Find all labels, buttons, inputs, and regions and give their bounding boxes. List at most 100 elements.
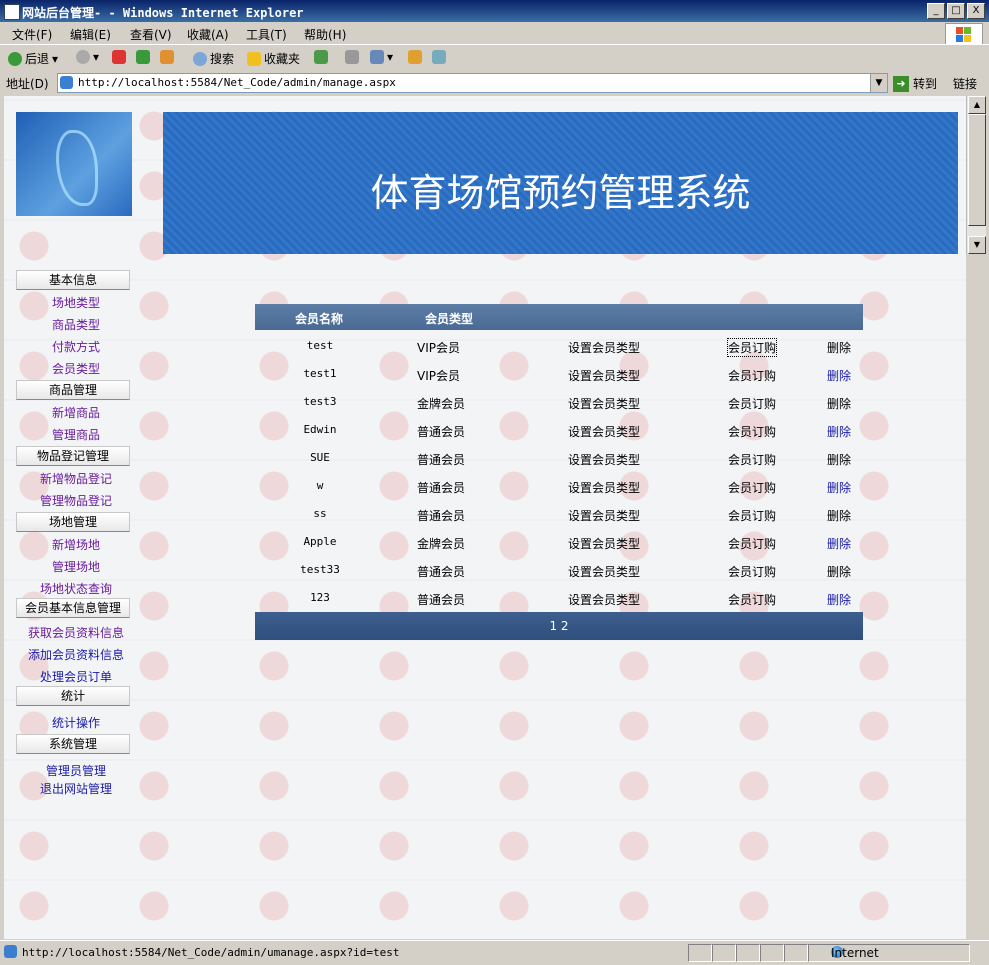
sidebar-section-stats[interactable]: 统计 <box>16 686 130 706</box>
sidebar-item-add-item[interactable]: 新增物品登记 <box>16 470 136 487</box>
sidebar-item-payment[interactable]: 付款方式 <box>16 338 136 355</box>
member-order-link[interactable]: 会员订购 <box>726 338 778 357</box>
scroll-thumb[interactable] <box>968 114 986 226</box>
member-order-link[interactable]: 会员订购 <box>728 535 776 552</box>
menu-tools[interactable]: 工具(T) <box>246 26 287 43</box>
delete-link[interactable]: 删除 <box>827 395 851 412</box>
sidebar-item-venue-type[interactable]: 场地类型 <box>16 294 136 311</box>
member-order-link[interactable]: 会员订购 <box>728 591 776 608</box>
go-label: 转到 <box>913 77 938 91</box>
set-type-link[interactable]: 设置会员类型 <box>568 395 640 412</box>
maximize-button[interactable]: □ <box>947 3 965 19</box>
member-order-link[interactable]: 会员订购 <box>728 507 776 524</box>
sidebar-section-system[interactable]: 系统管理 <box>16 734 130 754</box>
messenger-icon[interactable] <box>408 50 422 64</box>
vertical-scrollbar[interactable]: ▲ ▼ <box>966 96 986 254</box>
address-label: 地址(D) <box>6 77 49 91</box>
sidebar-item-add-venue[interactable]: 新增场地 <box>16 536 136 553</box>
menu-help[interactable]: 帮助(H) <box>304 26 346 43</box>
set-type-link[interactable]: 设置会员类型 <box>568 507 640 524</box>
address-input[interactable]: http://localhost:5584/Net_Code/admin/man… <box>57 73 888 93</box>
set-type-link[interactable]: 设置会员类型 <box>568 563 640 580</box>
delete-link[interactable]: 删除 <box>827 507 851 524</box>
sidebar-item-admin[interactable]: 管理员管理 <box>16 762 136 779</box>
back-button[interactable]: 后退 ▾ <box>8 50 58 67</box>
sidebar-item-add-goods[interactable]: 新增商品 <box>16 404 136 421</box>
security-zone[interactable]: Internet <box>808 944 970 962</box>
sidebar-section-member[interactable]: 会员基本信息管理 <box>16 598 130 618</box>
menu-file[interactable]: 文件(F) <box>12 26 52 43</box>
go-button[interactable]: ➜ 转到 <box>893 75 937 92</box>
member-order-link[interactable]: 会员订购 <box>728 451 776 468</box>
set-type-link[interactable]: 设置会员类型 <box>568 451 640 468</box>
table-row: test1 VIP会员 设置会员类型 会员订购 删除 <box>255 360 863 388</box>
stop-icon[interactable] <box>112 50 126 64</box>
sidebar-item-manage-item[interactable]: 管理物品登记 <box>16 492 136 509</box>
window-icon[interactable] <box>432 50 446 64</box>
go-arrow-icon: ➜ <box>893 75 909 92</box>
member-order-link[interactable]: 会员订购 <box>728 423 776 440</box>
sidebar-item-manage-venue[interactable]: 管理场地 <box>16 558 136 575</box>
sidebar-item-venue-status[interactable]: 场地状态查询 <box>16 580 136 597</box>
search-button[interactable]: 搜索 <box>193 50 234 67</box>
member-order-link[interactable]: 会员订购 <box>728 479 776 496</box>
forward-button[interactable]: ▾ <box>76 50 99 64</box>
delete-link[interactable]: 删除 <box>827 423 851 440</box>
scroll-up-icon[interactable]: ▲ <box>968 96 986 114</box>
set-type-link[interactable]: 设置会员类型 <box>568 535 640 552</box>
home-icon[interactable] <box>160 50 174 64</box>
refresh-icon[interactable] <box>136 50 150 64</box>
menu-favorites[interactable]: 收藏(A) <box>187 26 229 43</box>
minimize-button[interactable]: _ <box>927 3 945 19</box>
sidebar-item-member-orders[interactable]: 处理会员订单 <box>16 668 136 685</box>
sidebar-section-basic[interactable]: 基本信息 <box>16 270 130 290</box>
member-name: test33 <box>300 563 340 576</box>
dropdown-arrow-icon: ▾ <box>387 50 394 64</box>
delete-link[interactable]: 删除 <box>827 367 851 384</box>
sidebar-section-items[interactable]: 物品登记管理 <box>16 446 130 466</box>
member-type: 金牌会员 <box>417 537 466 551</box>
scroll-down-icon[interactable]: ▼ <box>968 236 986 254</box>
member-name: test3 <box>303 395 337 408</box>
close-button[interactable]: X <box>967 3 985 19</box>
menu-edit[interactable]: 编辑(E) <box>70 26 111 43</box>
sidebar-item-member-type[interactable]: 会员类型 <box>16 360 136 377</box>
history-icon[interactable] <box>314 50 328 64</box>
sidebar-item-get-member[interactable]: 获取会员资料信息 <box>16 624 136 641</box>
status-pane <box>712 944 736 962</box>
member-order-link[interactable]: 会员订购 <box>728 563 776 580</box>
set-type-link[interactable]: 设置会员类型 <box>568 339 640 356</box>
set-type-link[interactable]: 设置会员类型 <box>568 591 640 608</box>
set-type-link[interactable]: 设置会员类型 <box>568 367 640 384</box>
delete-link[interactable]: 删除 <box>827 339 851 356</box>
table-row: SUE 普通会员 设置会员类型 会员订购 删除 <box>255 444 863 472</box>
table-row: test3 金牌会员 设置会员类型 会员订购 删除 <box>255 388 863 416</box>
sidebar-section-goods[interactable]: 商品管理 <box>16 380 130 400</box>
member-order-link[interactable]: 会员订购 <box>728 367 776 384</box>
header-member-name: 会员名称 <box>295 312 344 326</box>
links-button[interactable]: 链接 <box>953 75 977 92</box>
sidebar-item-add-member[interactable]: 添加会员资料信息 <box>16 646 136 663</box>
member-order-link[interactable]: 会员订购 <box>728 395 776 412</box>
member-name: w <box>316 479 324 492</box>
delete-link[interactable]: 删除 <box>827 591 851 608</box>
sidebar-item-goods-type[interactable]: 商品类型 <box>16 316 136 333</box>
set-type-link[interactable]: 设置会员类型 <box>568 423 640 440</box>
set-type-link[interactable]: 设置会员类型 <box>568 479 640 496</box>
menu-view[interactable]: 查看(V) <box>130 26 172 43</box>
delete-link[interactable]: 删除 <box>827 563 851 580</box>
address-dropdown[interactable]: ▼ <box>870 74 887 92</box>
delete-link[interactable]: 删除 <box>827 479 851 496</box>
member-type: 普通会员 <box>417 481 466 495</box>
delete-link[interactable]: 删除 <box>827 535 851 552</box>
page-icon <box>60 76 73 89</box>
sidebar-item-logout[interactable]: 退出网站管理 <box>16 780 136 797</box>
sidebar-section-venue[interactable]: 场地管理 <box>16 512 130 532</box>
edit-icon[interactable] <box>370 50 384 64</box>
table-pager[interactable]: 1 2 <box>255 612 863 640</box>
sidebar-item-manage-goods[interactable]: 管理商品 <box>16 426 136 443</box>
delete-link[interactable]: 删除 <box>827 451 851 468</box>
sidebar-item-stats[interactable]: 统计操作 <box>16 714 136 731</box>
print-icon[interactable] <box>345 50 359 64</box>
favorites-button[interactable]: 收藏夹 <box>247 50 300 67</box>
